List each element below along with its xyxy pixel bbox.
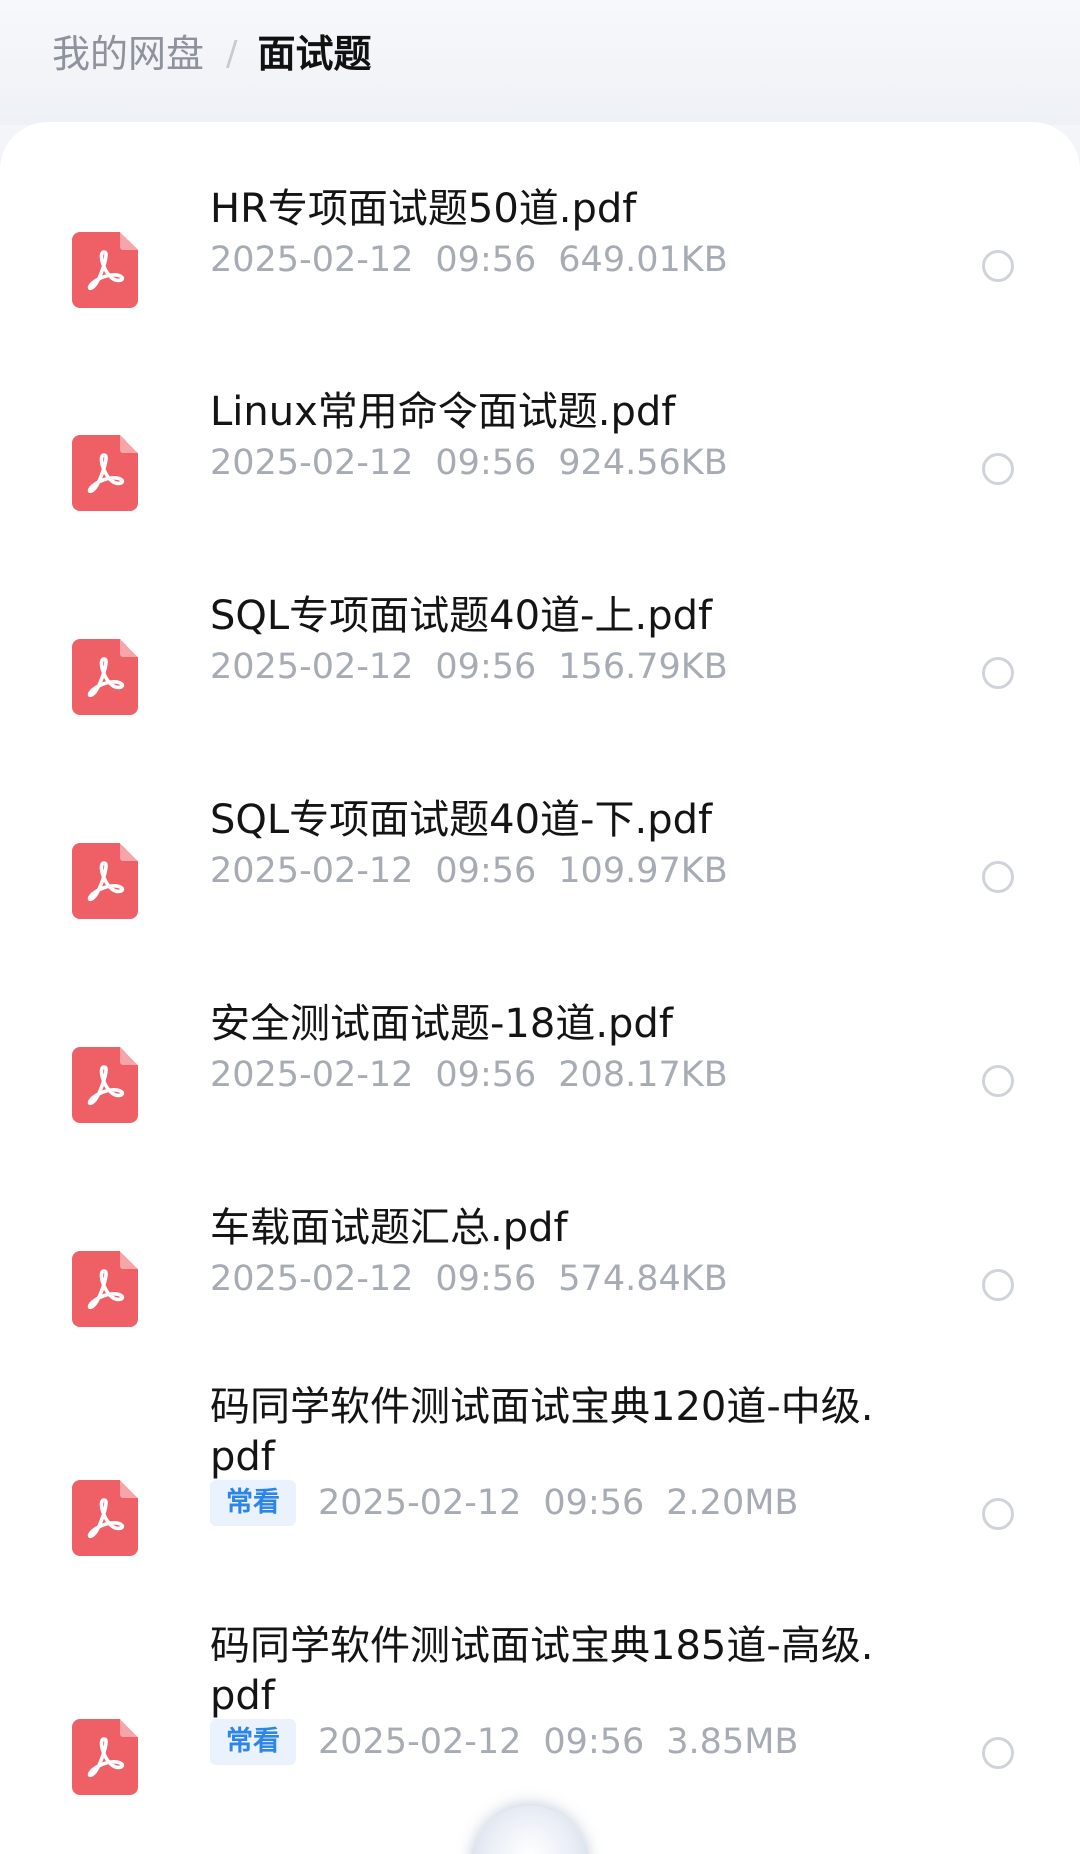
file-time: 09:56 xyxy=(435,240,537,280)
pdf-file-icon xyxy=(72,435,138,511)
breadcrumb-root-link[interactable]: 我的网盘 xyxy=(52,26,204,82)
file-name: Linux常用命令面试题.pdf xyxy=(210,389,676,435)
acrobat-glyph xyxy=(87,1498,125,1539)
file-time: 09:56 xyxy=(543,1722,645,1762)
breadcrumb-current-folder: 面试题 xyxy=(257,32,372,76)
file-date: 2025-02-12 xyxy=(318,1722,522,1762)
select-radio-icon[interactable] xyxy=(982,657,1014,689)
acrobat-glyph xyxy=(87,453,125,494)
file-name: SQL专项面试题40道-上.pdf xyxy=(210,593,713,639)
file-date: 2025-02-12 xyxy=(210,1259,414,1299)
breadcrumb-separator: / xyxy=(226,34,238,74)
file-date: 2025-02-12 xyxy=(210,647,414,687)
file-list-panel: HR专项面试题50道.pdf 2025-02-12 09:56 649.01KB Lin… xyxy=(0,122,1080,1854)
file-name: 码同学软件测试面试宝典185道-高级.pdf xyxy=(210,1623,874,1719)
acrobat-glyph xyxy=(87,861,125,902)
acrobat-glyph xyxy=(87,657,125,698)
file-size: 208.17KB xyxy=(558,1055,728,1095)
file-meta: 2025-02-12 09:56 156.79KB xyxy=(210,643,728,691)
pdf-file-icon xyxy=(72,232,138,308)
frequent-tag: 常看 xyxy=(210,1480,296,1526)
file-time: 09:56 xyxy=(435,1259,537,1299)
file-time: 09:56 xyxy=(435,1055,537,1095)
select-radio-icon[interactable] xyxy=(982,1269,1014,1301)
pdf-file-icon xyxy=(72,639,138,715)
acrobat-glyph xyxy=(87,1065,125,1106)
file-size: 109.97KB xyxy=(558,851,728,891)
select-radio-icon[interactable] xyxy=(982,1065,1014,1097)
breadcrumb: 我的网盘 / 面试题 xyxy=(0,0,1080,125)
file-date: 2025-02-12 xyxy=(210,443,414,483)
file-meta: 2025-02-12 09:56 109.97KB xyxy=(210,847,728,895)
select-radio-icon[interactable] xyxy=(982,453,1014,485)
file-size: 3.85MB xyxy=(666,1722,799,1762)
file-name: 码同学软件测试面试宝典120道-中级.pdf xyxy=(210,1384,874,1480)
file-meta: 2025-02-12 09:56 924.56KB xyxy=(210,439,728,487)
file-time: 09:56 xyxy=(435,443,537,483)
file-time: 09:56 xyxy=(435,647,537,687)
pdf-file-icon xyxy=(72,1047,138,1123)
file-name: 安全测试面试题-18道.pdf xyxy=(210,1001,673,1047)
file-date: 2025-02-12 xyxy=(318,1483,522,1523)
file-name: HR专项面试题50道.pdf xyxy=(210,186,637,232)
file-date: 2025-02-12 xyxy=(210,851,414,891)
file-meta: 2025-02-12 09:56 208.17KB xyxy=(210,1051,728,1099)
select-radio-icon[interactable] xyxy=(982,250,1014,282)
frequent-tag: 常看 xyxy=(210,1719,296,1765)
acrobat-glyph xyxy=(87,250,125,291)
pdf-file-icon xyxy=(72,1480,138,1556)
file-size: 924.56KB xyxy=(558,443,728,483)
file-size: 649.01KB xyxy=(558,240,728,280)
select-radio-icon[interactable] xyxy=(982,1737,1014,1769)
file-meta: 常看 2025-02-12 09:56 3.85MB xyxy=(210,1718,798,1766)
acrobat-glyph xyxy=(87,1737,125,1778)
pdf-file-icon xyxy=(72,1251,138,1327)
file-date: 2025-02-12 xyxy=(210,1055,414,1095)
file-size: 156.79KB xyxy=(558,647,728,687)
file-meta: 2025-02-12 09:56 574.84KB xyxy=(210,1255,728,1303)
pdf-file-icon xyxy=(72,1719,138,1795)
select-radio-icon[interactable] xyxy=(982,1498,1014,1530)
file-time: 09:56 xyxy=(435,851,537,891)
acrobat-glyph xyxy=(87,1269,125,1310)
file-time: 09:56 xyxy=(543,1483,645,1523)
file-name: SQL专项面试题40道-下.pdf xyxy=(210,797,713,843)
file-meta: 常看 2025-02-12 09:56 2.20MB xyxy=(210,1479,798,1527)
file-date: 2025-02-12 xyxy=(210,240,414,280)
pdf-file-icon xyxy=(72,843,138,919)
file-size: 574.84KB xyxy=(558,1259,728,1299)
file-meta: 2025-02-12 09:56 649.01KB xyxy=(210,236,728,284)
select-radio-icon[interactable] xyxy=(982,861,1014,893)
file-name: 车载面试题汇总.pdf xyxy=(210,1205,568,1251)
file-size: 2.20MB xyxy=(666,1483,799,1523)
